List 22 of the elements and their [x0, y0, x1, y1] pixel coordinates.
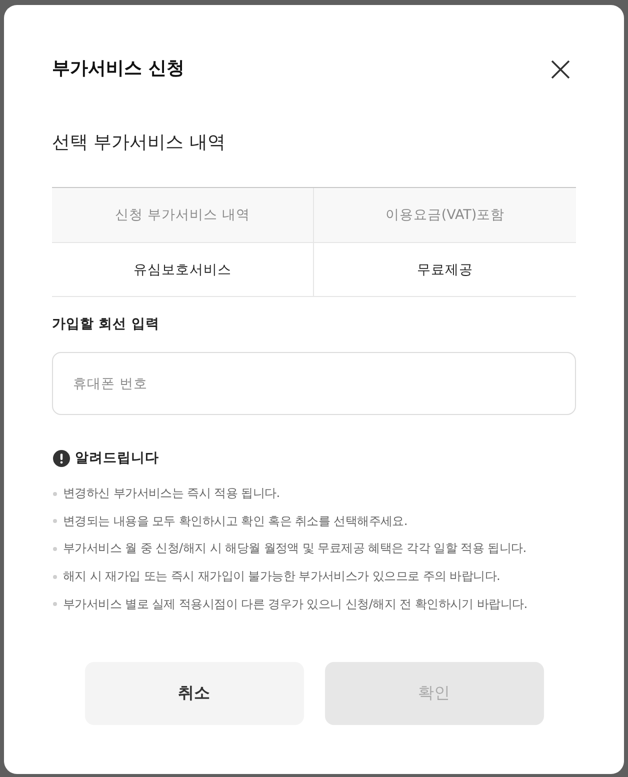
bullet-icon	[53, 492, 57, 496]
bullet-icon	[53, 602, 57, 606]
bullet-icon	[53, 574, 57, 579]
notice-text: 변경하신 부가서비스는 즉시 적용 됩니다.	[63, 485, 280, 502]
table-header-cell: 이용요금(VAT)포함	[314, 188, 576, 243]
dialog-title: 부가서비스 신청	[52, 57, 184, 81]
exclamation-icon	[53, 450, 70, 466]
notice-text: 해지 시 재가입 또는 즉시 재가입이 불가능한 부가서비스가 있으므로 주의 바랍니다.	[63, 568, 500, 586]
action-button[interactable]: 취소	[84, 662, 304, 725]
notice-text: 부가서비스 월 중 신청/해지 시 해당월 월정액 및 무료제공 혜택은 각각 일할 적용 됩니다.	[63, 540, 526, 558]
phone-number-field[interactable]: 휴대폰 번호	[52, 352, 576, 415]
table-header-cell: 신청 부가서비스 내역	[52, 188, 314, 243]
table-cell: 유심보호서비스	[52, 243, 314, 297]
notice-title: 알려드립니다	[75, 449, 159, 467]
bullet-icon	[53, 519, 57, 524]
close-button[interactable]	[551, 60, 570, 78]
close-icon	[551, 60, 570, 78]
notice-text: 변경되는 내용을 모두 확인하시고 확인 혹은 취소를 선택해주세요.	[63, 512, 408, 530]
notice-text: 부가서비스 별로 실제 적용시점이 다른 경우가 있으니 신청/해지 전 확인하시기 바랍니다.	[63, 596, 528, 613]
section-title: 선택 부가서비스 내역	[52, 131, 226, 155]
field-label: 가입할 회선 입력	[52, 315, 160, 334]
bullet-icon	[53, 546, 57, 551]
